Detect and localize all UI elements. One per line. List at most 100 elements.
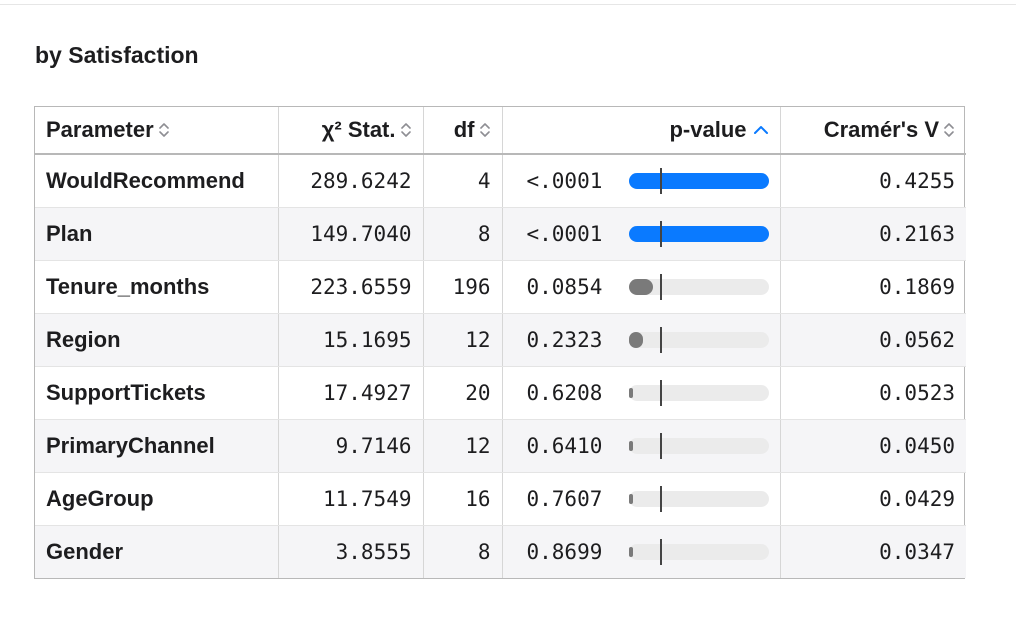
p-value-bar-fill: [628, 546, 633, 557]
column-header-p-value[interactable]: p-value: [502, 107, 781, 155]
p-value-bar: [628, 326, 769, 353]
p-value-bar-fill: [628, 493, 633, 504]
cell-cramers-v: 0.0347: [780, 525, 966, 578]
significance-threshold-marker: [659, 432, 662, 459]
cell-p-value: 0.0854: [502, 260, 781, 314]
significance-threshold-marker: [659, 326, 662, 353]
cell-parameter: Region: [35, 313, 279, 367]
significance-threshold-marker: [659, 220, 662, 247]
table-row[interactable]: Tenure_months 223.6559 196 0.0854 0.1869: [35, 260, 966, 314]
cell-cramers-v: 0.0562: [780, 313, 966, 367]
cell-p-value: 0.7607: [502, 472, 781, 526]
column-header-label: χ² Stat.: [321, 117, 396, 142]
cell-df: 196: [423, 260, 503, 314]
cell-chi-stat: 17.4927: [278, 366, 424, 420]
cell-chi-stat: 289.6242: [278, 154, 424, 208]
top-divider: [0, 4, 1016, 5]
table-row[interactable]: SupportTickets 17.4927 20 0.6208 0.0523: [35, 366, 966, 420]
cell-cramers-v: 0.0450: [780, 419, 966, 473]
column-header-df[interactable]: df: [423, 107, 503, 155]
cell-parameter: PrimaryChannel: [35, 419, 279, 473]
cell-chi-stat: 15.1695: [278, 313, 424, 367]
p-value-bar-track: [628, 490, 769, 507]
cell-df: 8: [423, 525, 503, 578]
p-value-bar: [628, 538, 769, 565]
p-value-text: 0.8699: [526, 539, 603, 564]
cell-p-value: 0.2323: [502, 313, 781, 367]
sort-updown-icon[interactable]: [158, 120, 170, 140]
sort-updown-icon[interactable]: [943, 120, 955, 140]
cell-p-value: 0.6410: [502, 419, 781, 473]
column-header-label: df: [453, 117, 475, 142]
column-header-chi-stat[interactable]: χ² Stat.: [278, 107, 424, 155]
cell-df: 8: [423, 207, 503, 261]
p-value-bar: [628, 167, 769, 194]
cell-chi-stat: 223.6559: [278, 260, 424, 314]
p-value-bar-fill: [628, 387, 633, 398]
p-value-bar-track: [628, 384, 769, 401]
cell-cramers-v: 0.2163: [780, 207, 966, 261]
section-title: by Satisfaction: [35, 42, 199, 68]
cell-cramers-v: 0.0523: [780, 366, 966, 420]
results-table: Parameter χ² Stat. df p-value Cramér's V…: [34, 106, 966, 579]
significance-threshold-marker: [659, 485, 662, 512]
cell-parameter: Tenure_months: [35, 260, 279, 314]
significance-threshold-marker: [659, 538, 662, 565]
p-value-bar-fill: [628, 278, 653, 295]
cell-p-value: 0.8699: [502, 525, 781, 578]
p-value-bar: [628, 273, 769, 300]
cell-p-value: <.0001: [502, 207, 781, 261]
table-row[interactable]: Gender 3.8555 8 0.8699 0.0347: [35, 525, 966, 578]
chevron-up-icon[interactable]: [753, 120, 769, 140]
column-header-cramers-v[interactable]: Cramér's V: [780, 107, 966, 155]
sort-updown-icon[interactable]: [400, 120, 412, 140]
cell-parameter: WouldRecommend: [35, 154, 279, 208]
cell-df: 12: [423, 419, 503, 473]
cell-df: 16: [423, 472, 503, 526]
table-row[interactable]: Region 15.1695 12 0.2323 0.0562: [35, 313, 966, 367]
p-value-bar-track: [628, 543, 769, 560]
p-value-bar-fill: [628, 225, 769, 242]
p-value-text: <.0001: [526, 221, 603, 246]
cell-df: 4: [423, 154, 503, 208]
significance-threshold-marker: [659, 167, 662, 194]
cell-parameter: Plan: [35, 207, 279, 261]
column-header-parameter[interactable]: Parameter: [35, 107, 279, 155]
p-value-bar-fill: [628, 172, 769, 189]
cell-parameter: Gender: [35, 525, 279, 578]
p-value-bar: [628, 432, 769, 459]
column-header-label: Cramér's V: [823, 117, 939, 142]
significance-threshold-marker: [659, 379, 662, 406]
p-value-bar: [628, 485, 769, 512]
table-row[interactable]: Plan 149.7040 8 <.0001 0.2163: [35, 207, 966, 261]
p-value-bar-track: [628, 437, 769, 454]
p-value-bar-track: [628, 331, 769, 348]
cell-chi-stat: 11.7549: [278, 472, 424, 526]
table-row[interactable]: PrimaryChannel 9.7146 12 0.6410 0.0450: [35, 419, 966, 473]
table-header-row: Parameter χ² Stat. df p-value Cramér's V: [35, 107, 966, 155]
column-header-label: Parameter: [46, 117, 154, 142]
cell-chi-stat: 3.8555: [278, 525, 424, 578]
p-value-text: 0.0854: [526, 274, 603, 299]
p-value-text: 0.2323: [526, 327, 603, 352]
p-value-text: 0.6208: [526, 380, 603, 405]
cell-cramers-v: 0.1869: [780, 260, 966, 314]
cell-cramers-v: 0.4255: [780, 154, 966, 208]
table-row[interactable]: AgeGroup 11.7549 16 0.7607 0.0429: [35, 472, 966, 526]
cell-chi-stat: 149.7040: [278, 207, 424, 261]
p-value-bar: [628, 379, 769, 406]
significance-threshold-marker: [659, 273, 662, 300]
cell-parameter: AgeGroup: [35, 472, 279, 526]
table-row[interactable]: WouldRecommend 289.6242 4 <.0001 0.4255: [35, 154, 966, 208]
cell-p-value: 0.6208: [502, 366, 781, 420]
p-value-text: <.0001: [526, 168, 603, 193]
sort-updown-icon[interactable]: [479, 120, 491, 140]
p-value-bar: [628, 220, 769, 247]
cell-cramers-v: 0.0429: [780, 472, 966, 526]
column-header-label: p-value: [669, 117, 747, 142]
p-value-bar-fill: [628, 331, 643, 348]
p-value-bar-fill: [628, 440, 633, 451]
cell-df: 20: [423, 366, 503, 420]
cell-p-value: <.0001: [502, 154, 781, 208]
p-value-text: 0.6410: [526, 433, 603, 458]
